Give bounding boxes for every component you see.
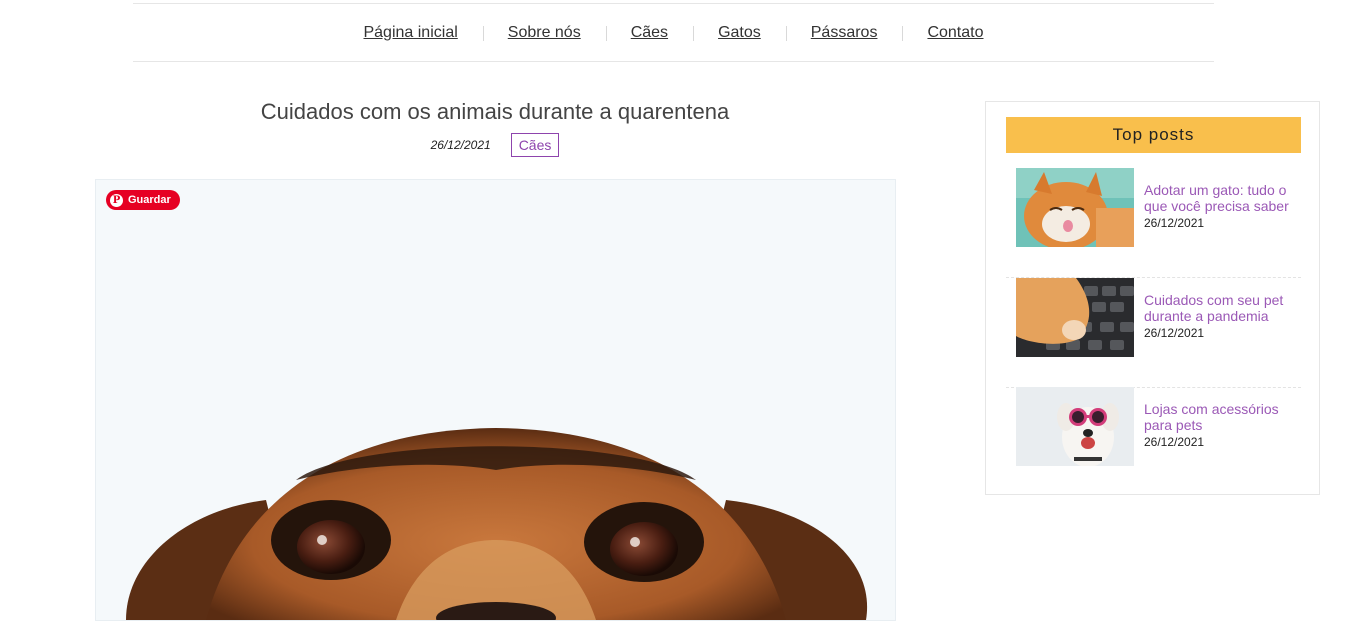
post-title: Cuidados com os animais durante a quaren… xyxy=(260,99,730,124)
top-post-title[interactable]: Lojas com acessórios para pets xyxy=(1144,401,1304,433)
pinterest-save-label: Guardar xyxy=(128,194,171,206)
dog-illustration xyxy=(126,428,868,620)
nav-contact[interactable]: Contato xyxy=(902,23,1008,43)
top-post-title[interactable]: Cuidados com seu pet durante a pandemia xyxy=(1144,292,1304,324)
top-post-item[interactable]: Lojas com acessórios para pets 26/12/202… xyxy=(1006,387,1301,496)
top-post-date: 26/12/2021 xyxy=(1144,435,1205,449)
pinterest-icon: P xyxy=(110,193,123,207)
main-nav: Página inicial Sobre nós Cães Gatos Páss… xyxy=(133,3,1214,62)
pinterest-save-button[interactable]: P Guardar xyxy=(106,190,180,210)
post-meta: 26/12/2021 Cães xyxy=(95,132,895,158)
featured-image-dog: P Guardar xyxy=(95,179,896,621)
nav-birds[interactable]: Pássaros xyxy=(785,23,903,43)
nav-cats[interactable]: Gatos xyxy=(693,23,786,43)
post-date: 26/12/2021 xyxy=(430,138,491,152)
top-post-item[interactable]: Adotar um gato: tudo o que você precisa … xyxy=(1006,168,1301,278)
top-post-date: 26/12/2021 xyxy=(1144,216,1205,230)
nav-home[interactable]: Página inicial xyxy=(338,23,482,43)
post-category-link[interactable]: Cães xyxy=(510,133,560,157)
dog-with-sunglasses-thumbnail[interactable] xyxy=(1016,387,1134,466)
cat-paw-on-keyboard-thumbnail[interactable] xyxy=(1016,278,1134,357)
nav-dogs[interactable]: Cães xyxy=(605,23,693,43)
top-post-date: 26/12/2021 xyxy=(1144,326,1205,340)
orange-cat-thumbnail[interactable] xyxy=(1016,168,1134,247)
top-post-title[interactable]: Adotar um gato: tudo o que você precisa … xyxy=(1144,182,1304,214)
sidebar-top-posts: Top posts Adotar um gato: tudo o que voc… xyxy=(985,101,1320,495)
widget-title: Top posts xyxy=(1006,117,1301,153)
nav-about[interactable]: Sobre nós xyxy=(482,23,606,43)
top-post-item[interactable]: Cuidados com seu pet durante a pandemia … xyxy=(1006,278,1301,388)
